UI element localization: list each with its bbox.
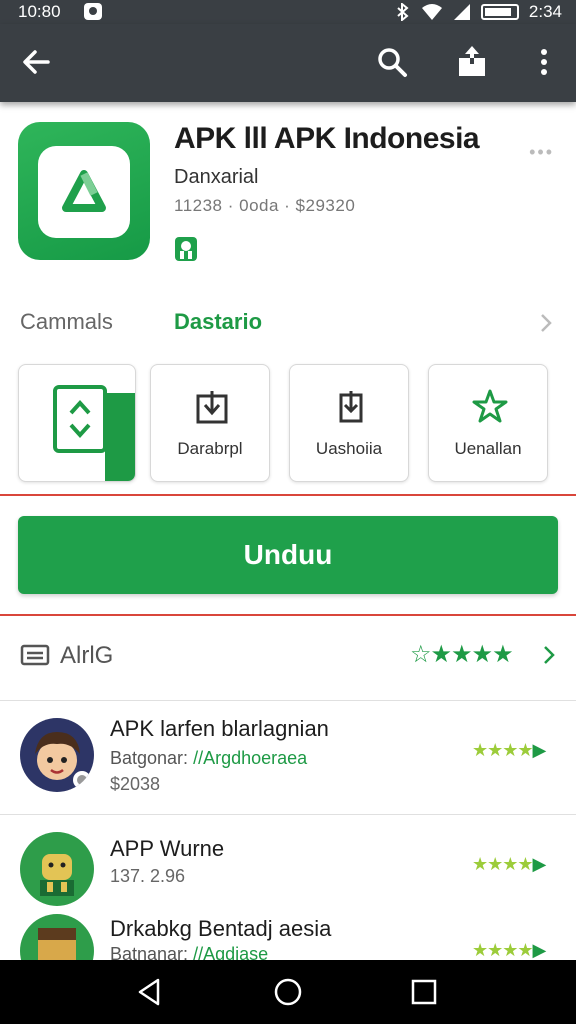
category-label: Cammals xyxy=(20,309,113,334)
wifi-icon xyxy=(421,4,442,20)
back-button[interactable] xyxy=(18,42,58,82)
subtitle-highlight: //Argdhoeraea xyxy=(193,748,308,768)
swap-icon xyxy=(69,400,91,438)
list-item-title: APK larfen blarlagnian xyxy=(110,716,329,741)
subtitle-highlight: //Agdiase xyxy=(193,944,269,960)
avatar xyxy=(20,718,94,792)
tile-stripe xyxy=(105,393,135,481)
avatar xyxy=(20,832,94,906)
ratings-section-header[interactable]: AlrlG ☆★★★★ xyxy=(0,628,576,688)
category-row[interactable]: Cammals Dastario xyxy=(0,287,576,357)
status-bar: 10:80 2:34 xyxy=(0,0,576,24)
android-avatar-icon xyxy=(20,832,94,906)
subtitle-prefix: Batnanar: xyxy=(110,944,194,960)
app-toolbar xyxy=(0,24,576,102)
list-item-stars: ★★★★▶ xyxy=(472,854,546,874)
app-header: APK lll APK Indonesia ••• Danxarial 1123… xyxy=(0,102,576,287)
category-value: Dastario xyxy=(174,309,263,334)
list-item[interactable]: APK larfen blarlagnian Batgonar: //Argdh… xyxy=(0,704,576,814)
rating-stars: ☆★★★★ xyxy=(410,641,514,668)
tile-mini-icon xyxy=(53,385,107,453)
tile-label: Darabrpl xyxy=(177,439,243,458)
avatar xyxy=(20,914,94,960)
more-options-button[interactable] xyxy=(524,42,564,82)
list-item[interactable]: Drkabkg Bentadj aesia Batnanar: //Agdias… xyxy=(0,906,576,960)
battery-icon xyxy=(480,4,519,20)
list-item-title: Drkabkg Bentadj aesia xyxy=(110,916,332,941)
nav-back-icon[interactable] xyxy=(134,976,166,1008)
tile-update[interactable]: Uashoiia xyxy=(289,364,409,482)
star-icon xyxy=(472,389,508,423)
nav-recents-icon[interactable] xyxy=(408,976,440,1008)
highlight-border-top xyxy=(0,494,576,496)
status-icons: 2:34 xyxy=(395,2,562,22)
list-item-title: APP Wurne xyxy=(110,836,225,861)
section-label: AlrlG xyxy=(60,642,114,669)
search-icon xyxy=(378,48,407,77)
chevron-right-icon xyxy=(541,314,552,332)
more-vert-icon xyxy=(541,49,547,75)
tile-download[interactable]: Darabrpl xyxy=(150,364,270,482)
chevron-right-icon xyxy=(544,646,555,664)
app-developer[interactable]: Danxarial xyxy=(174,166,258,189)
app-title: APK lll APK Indonesia xyxy=(174,122,480,155)
character-avatar-icon xyxy=(20,914,94,960)
divider xyxy=(0,700,576,701)
list-item-stars: ★★★★▶ xyxy=(472,940,546,960)
list-item-price: $2038 xyxy=(110,774,161,794)
share-button[interactable] xyxy=(452,42,492,82)
notification-icon xyxy=(84,3,102,20)
share-icon xyxy=(459,46,485,76)
badge-icon xyxy=(175,237,197,261)
search-button[interactable] xyxy=(372,42,412,82)
tile-rate[interactable]: Uenallan xyxy=(428,364,548,482)
signal-icon xyxy=(453,4,470,20)
list-item-subtitle: Batgonar: //Argdhoeraea xyxy=(110,748,307,769)
highlight-border-bottom xyxy=(0,614,576,616)
tile-label: Uashoiia xyxy=(315,439,383,458)
boy-avatar-icon xyxy=(20,718,94,792)
tile-label: Uenallan xyxy=(454,439,522,458)
app-icon-inner xyxy=(38,146,130,238)
feature-tiles: Darabrpl Uashoiia Uenallan xyxy=(18,364,558,482)
list-item-price: 137. 2.96 xyxy=(110,866,186,886)
arrow-left-icon xyxy=(23,50,50,74)
app-icon xyxy=(18,122,150,260)
list-item-subtitle: Batnanar: //Agdiase xyxy=(110,944,268,960)
system-nav-bar xyxy=(0,960,576,1024)
bluetooth-icon xyxy=(397,3,409,21)
overflow-dots-icon[interactable]: ••• xyxy=(529,142,554,163)
list-card-icon xyxy=(20,644,50,666)
list-item-stars: ★★★★▶ xyxy=(472,740,546,760)
nav-home-icon[interactable] xyxy=(272,976,304,1008)
app-meta: 11238 · 0oda · $29320 xyxy=(174,196,356,215)
app-logo-icon xyxy=(62,170,106,212)
file-download-icon xyxy=(339,391,363,423)
install-button[interactable]: Unduu xyxy=(18,516,558,594)
download-box-icon xyxy=(196,391,228,424)
status-time: 10:80 xyxy=(18,2,61,21)
subtitle-prefix: Batgonar: xyxy=(110,748,194,768)
divider xyxy=(0,814,576,815)
tile-screenshot[interactable] xyxy=(18,364,136,482)
status-clock: 2:34 xyxy=(528,2,562,21)
